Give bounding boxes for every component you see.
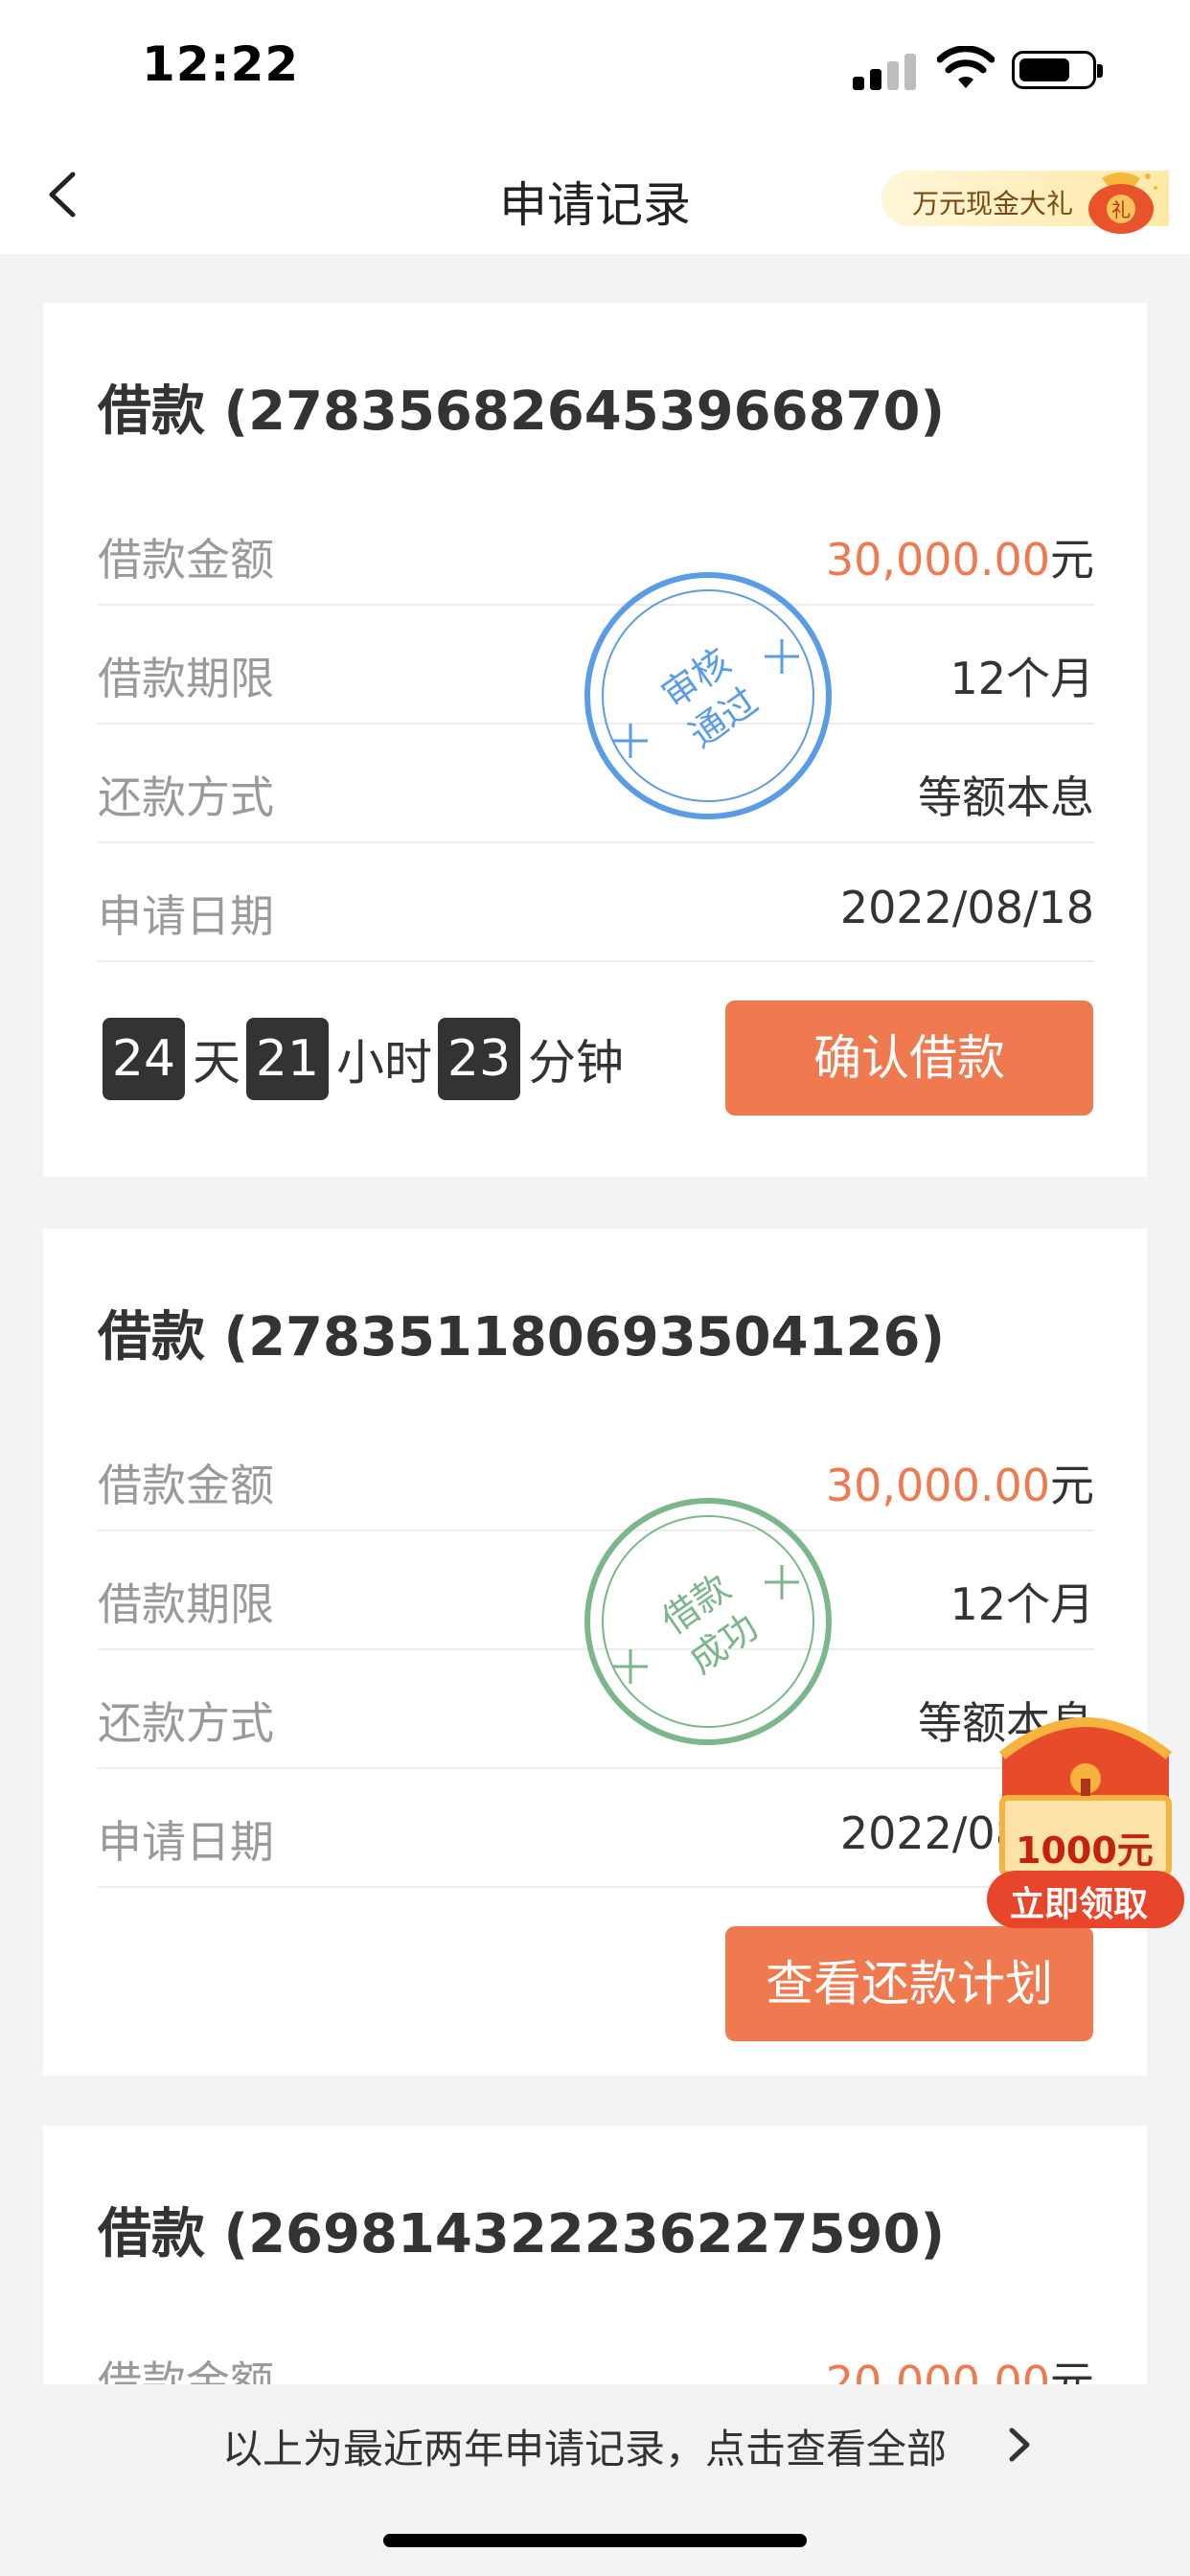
currency-unit: 元 — [1050, 534, 1094, 586]
view-all-records-link[interactable]: 以上为最近两年申请记录，点击查看全部 — [0, 2384, 1190, 2503]
loan-card: 借款 (269814322236227590) 借款金额 20,000.00元 — [43, 2126, 1147, 2413]
status-time: 12:22 — [142, 36, 300, 92]
approved-stamp: 审核 通过 — [584, 572, 832, 819]
countdown-hours: 21 — [246, 1018, 329, 1100]
amount-value: 30,000.00元 — [826, 525, 1094, 588]
red-envelope-bag-icon[interactable]: 礼 — [1081, 161, 1161, 236]
date-label: 申请日期 — [98, 1816, 274, 1868]
date-label: 申请日期 — [98, 890, 274, 942]
treasure-chest-gift-button[interactable]: 1000元 立即领取 — [981, 1698, 1190, 1938]
gift-claim-label: 立即领取 — [1010, 1885, 1149, 1924]
chevron-right-icon — [1009, 2427, 1030, 2462]
term-value: 12个月 — [950, 653, 1094, 704]
confirm-loan-button[interactable]: 确认借款 — [725, 1000, 1093, 1116]
hours-unit: 小时 — [336, 1035, 432, 1091]
promo-bag-char: 礼 — [1111, 198, 1131, 221]
term-value: 12个月 — [950, 1578, 1094, 1630]
gift-amount: 1000元 — [1016, 1829, 1154, 1872]
term-label: 借款期限 — [98, 1578, 274, 1630]
cellular-signal-icon — [853, 52, 920, 90]
repayment-label: 还款方式 — [98, 771, 274, 823]
promo-label: 万元现金大礼 — [912, 188, 1074, 219]
loan-card: 借款 (278356826453966870) 借款金额 30,000.00元 … — [43, 303, 1147, 1177]
currency-unit: 元 — [1050, 1460, 1094, 1511]
countdown-minutes: 23 — [438, 1018, 520, 1100]
nav-bar: 申请记录 万元现金大礼 礼 — [0, 134, 1190, 254]
loan-success-stamp: 借款 成功 — [584, 1498, 832, 1745]
wifi-icon — [937, 46, 995, 88]
home-indicator — [383, 2534, 807, 2547]
footer-text: 以上为最近两年申请记录，点击查看全部 — [222, 2426, 948, 2472]
battery-icon — [1012, 51, 1103, 89]
repayment-label: 还款方式 — [98, 1697, 274, 1749]
loan-title: 借款 (269814322236227590) — [98, 2203, 946, 2266]
loan-card: 借款 (278351180693504126) 借款金额 30,000.00元 … — [43, 1229, 1147, 2076]
amount-number: 30,000.00 — [825, 1460, 1050, 1511]
status-bar: 12:22 — [0, 0, 1190, 134]
amount-label: 借款金额 — [98, 1460, 274, 1511]
term-label: 借款期限 — [98, 653, 274, 704]
countdown-days: 24 — [103, 1018, 185, 1100]
date-value: 2022/08/18 — [839, 882, 1094, 933]
repayment-value: 等额本息 — [918, 771, 1094, 823]
minutes-unit: 分钟 — [528, 1035, 624, 1091]
days-unit: 天 — [193, 1035, 240, 1091]
amount-label: 借款金额 — [98, 534, 274, 586]
amount-value: 30,000.00元 — [826, 1451, 1094, 1514]
loan-title: 借款 (278351180693504126) — [98, 1306, 946, 1368]
view-repayment-plan-button[interactable]: 查看还款计划 — [725, 1926, 1093, 2041]
amount-number: 30,000.00 — [825, 534, 1050, 586]
loan-title: 借款 (278356826453966870) — [98, 380, 946, 443]
info-row-date: 申请日期 2022/08/18 — [98, 1769, 1094, 1888]
countdown-timer: 24 天 21 小时 23 分钟 — [103, 1018, 629, 1100]
page: 12:22 申请记录 万元现金大礼 礼 借款 (2783568264539668… — [0, 0, 1190, 2576]
info-row-date: 申请日期 2022/08/18 — [98, 843, 1094, 962]
